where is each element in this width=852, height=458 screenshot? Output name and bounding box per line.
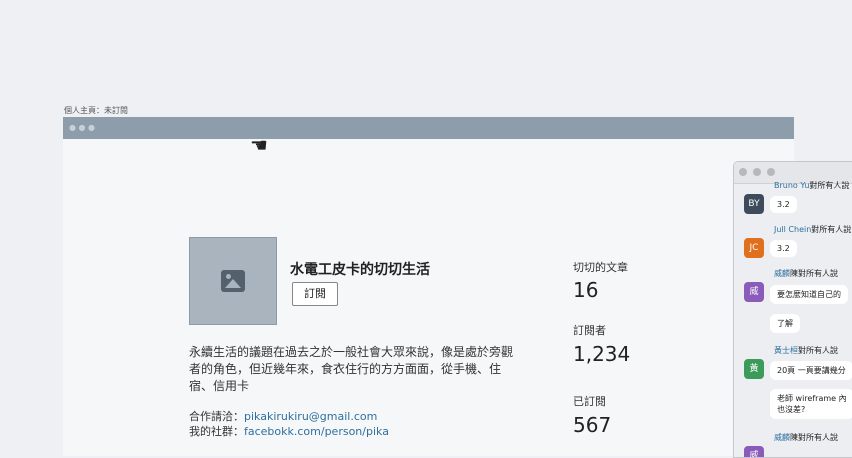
message-line: 也沒差? [777,405,806,414]
social-label: 我的社群： [189,425,244,438]
sender-suffix: 對所有人說 [809,181,850,190]
chat-sender: Bruno Yu對所有人說 [774,180,849,191]
stat-subscribers-value: 1,234 [573,342,631,366]
chat-sender: Jull Chein對所有人說 [774,224,851,235]
message-bubble: 老師 wireframe 內也沒差? [770,389,852,419]
stat-articles-label: 切切的文章 [573,261,628,274]
avatar: 威 [744,282,764,302]
chat-sender: 威麟陳對所有人說 [774,432,838,443]
message-line: 老師 wireframe 內 [777,394,847,403]
stat-subscribers-label: 訂閱者 [573,324,606,337]
sender-suffix: 陳對所有人說 [790,433,838,442]
message-bubble: 3.2 [770,240,797,257]
contact-email-link[interactable]: pikakirukiru@gmail.com [244,410,377,423]
chat-panel: Bruno Yu對所有人說 BY 3.2 Jull Chein對所有人說 JC … [733,161,852,458]
sender-suffix: 對所有人說 [811,225,852,234]
avatar: BY [744,194,764,214]
sender-name: 威麟 [774,433,790,442]
blog-title: 水電工皮卡的切切生活 [290,262,430,278]
message-bubble: 了解 [770,314,800,333]
chat-sender: 黃士桓對所有人說 [774,345,838,356]
avatar: 黃 [744,359,764,379]
browser-window: ● ● ● [63,117,794,456]
stat-subscribed-value: 567 [573,413,612,437]
hand-cursor-icon: ☚ [250,133,268,157]
blog-description: 永續生活的議題在過去之於一般社會大眾來說，像是處於旁觀者的角色，但近幾年來，食衣… [189,345,514,393]
chat-sender: 威麟陳對所有人說 [774,268,838,279]
subscribe-button[interactable]: 訂閱 [292,282,338,306]
page-caption: 個人主頁：未訂閱 [64,106,128,115]
sender-name: Jull Chein [774,225,812,234]
sender-suffix: 對所有人說 [798,346,838,355]
sender-name: 威麟 [774,269,790,278]
sender-name: 黃士桓 [774,346,798,355]
contact-info: 合作請洽：pikakirukiru@gmail.com 我的社群：facebok… [189,409,389,439]
stat-subscribed-label: 已訂閱 [573,395,606,408]
close-window-icon[interactable] [739,168,747,176]
message-bubble: 3.2 [770,196,797,213]
sender-name: Bruno Yu [774,181,810,190]
social-link[interactable]: facebokk.com/person/pika [244,425,389,438]
window-title-bar[interactable]: ● ● ● [63,117,794,139]
message-bubble: 20頁 一頁要講幾分 [770,361,852,380]
image-placeholder-icon [221,270,245,292]
avatar: 威 [744,446,764,457]
stat-articles-value: 16 [573,278,599,302]
blog-cover-image [189,237,277,325]
sender-suffix: 陳對所有人說 [790,269,838,278]
avatar: JC [744,238,764,258]
minimize-window-icon[interactable] [753,168,761,176]
contact-label: 合作請洽： [189,410,244,423]
message-bubble: 要怎麼知道自己的 [770,285,848,304]
window-controls-icon: ● ● ● [69,123,96,132]
maximize-window-icon[interactable] [767,168,775,176]
